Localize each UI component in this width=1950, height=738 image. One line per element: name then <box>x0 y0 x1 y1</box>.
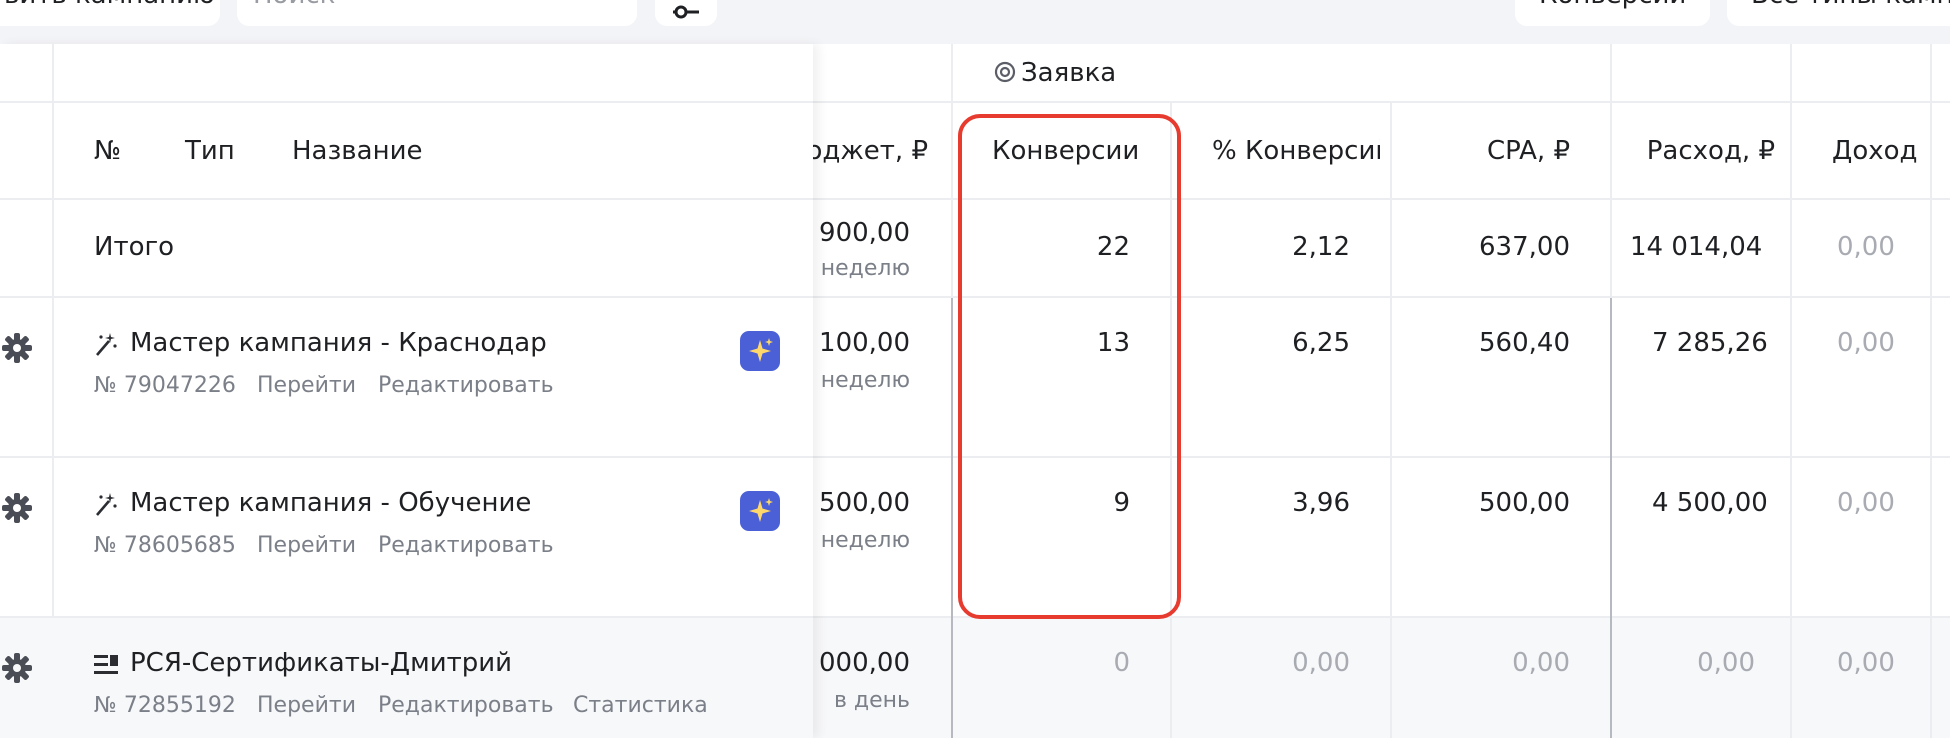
campaign-id: № 79047226 <box>94 373 236 398</box>
column-header-cpa[interactable]: CPA, ₽ <box>1420 136 1570 166</box>
row-cpa: 560,40 <box>1479 328 1570 358</box>
totals-revenue: 0,00 <box>1837 232 1895 262</box>
row-spend: 7 285,26 <box>1652 328 1768 358</box>
row-cpa: 0,00 <box>1512 648 1570 678</box>
wand-icon <box>96 493 117 516</box>
gear-icon[interactable] <box>0 331 34 365</box>
wand-icon <box>96 333 117 356</box>
row-budget-value: 5 100,00 <box>800 328 910 358</box>
row-conversion-rate: 3,96 <box>1292 488 1350 518</box>
row-conversions: 0 <box>1113 648 1130 678</box>
goal-header: Заявка <box>993 58 1116 88</box>
target-icon <box>994 61 1016 83</box>
row-conversion-rate: 6,25 <box>1292 328 1350 358</box>
campaign-id: № 72855192 <box>94 693 236 718</box>
row-revenue: 0,00 <box>1837 488 1895 518</box>
row-budget-value: 000,00 <box>819 648 910 678</box>
add-campaign-button[interactable]: вить кампанию <box>0 0 220 26</box>
row-budget-period-text: в неделю <box>800 368 910 393</box>
row-spend: 4 500,00 <box>1652 488 1768 518</box>
sparkles-glyph <box>749 498 773 522</box>
campaign-name[interactable]: Мастер кампания - Обучение <box>130 488 531 518</box>
row-conversion-rate: 0,00 <box>1292 648 1350 678</box>
search-input[interactable]: Поиск <box>237 0 637 26</box>
totals-budget-period: в неделю <box>800 254 910 284</box>
divider <box>951 298 953 738</box>
filter-button[interactable] <box>655 0 717 26</box>
column-header-type[interactable]: Тип <box>185 136 235 166</box>
divider <box>1790 44 1792 738</box>
divider <box>1390 101 1392 738</box>
column-header-revenue[interactable]: Доход <box>1832 136 1930 166</box>
go-link[interactable]: Перейти <box>257 691 356 721</box>
totals-budget-value: 3 900,00 <box>800 218 910 248</box>
column-header-budget-label: Бюджет, ₽ <box>800 136 928 166</box>
campaign-name[interactable]: РСЯ-Сертификаты-Дмитрий <box>130 648 512 678</box>
totals-conversion-rate: 2,12 <box>1292 232 1350 262</box>
divider <box>1930 44 1932 738</box>
column-header-conversion-rate[interactable]: % Конверсий <box>1212 136 1380 166</box>
campaign-id: № 78605685 <box>94 533 236 558</box>
divider <box>813 101 1950 103</box>
statistics-link[interactable]: Статистика <box>573 691 708 721</box>
row-spend: 0,00 <box>1697 648 1755 678</box>
row-revenue: 0,00 <box>1837 648 1895 678</box>
sparkles-icon[interactable] <box>740 491 780 531</box>
row-budget-value: 5 500,00 <box>800 488 910 518</box>
row-budget-period: в неделю <box>800 366 910 396</box>
row-budget-period: в неделю <box>800 526 910 556</box>
column-header-name[interactable]: Название <box>292 136 422 166</box>
row-budget-period: в день <box>833 688 910 713</box>
row-budget[interactable]: 5 500,00 <box>800 488 910 518</box>
edit-link[interactable]: Редактировать <box>378 691 554 721</box>
divider <box>0 296 813 298</box>
column-header-spend[interactable]: Расход, ₽ <box>1620 136 1775 166</box>
go-link[interactable]: Перейти <box>257 531 356 561</box>
divider <box>0 456 813 458</box>
row-revenue: 0,00 <box>1837 328 1895 358</box>
row-budget-period-text: в неделю <box>800 528 910 553</box>
edit-link[interactable]: Редактировать <box>378 371 554 401</box>
column-header-budget[interactable]: Бюджет, ₽ <box>800 136 928 166</box>
toolbar: вить кампанию Поиск Конверсии Все типы к… <box>0 0 1950 44</box>
totals-budget-period-text: в неделю <box>800 256 910 281</box>
totals-cpa: 637,00 <box>1479 232 1570 262</box>
sparkles-glyph <box>749 338 773 362</box>
goal-name: Заявка <box>1021 58 1117 88</box>
divider <box>0 198 813 200</box>
divider <box>0 101 813 103</box>
column-header-number[interactable]: № <box>94 136 121 166</box>
campaign-types-select[interactable]: Все типы камп <box>1727 0 1950 26</box>
gear-icon[interactable] <box>0 491 34 525</box>
go-link[interactable]: Перейти <box>257 371 356 401</box>
totals-label: Итого <box>94 232 175 262</box>
row-cpa: 500,00 <box>1479 488 1570 518</box>
display-network-icon <box>94 655 118 674</box>
sparkles-icon[interactable] <box>740 331 780 371</box>
totals-spend: 14 014,04 <box>1630 232 1763 262</box>
divider <box>1610 298 1612 738</box>
row-budget[interactable]: 5 100,00 <box>800 328 910 358</box>
frozen-columns-panel: № Тип Название Итого Мастер кампания - К… <box>0 44 813 738</box>
campaign-name[interactable]: Мастер кампания - Краснодар <box>130 328 547 358</box>
divider <box>951 44 953 298</box>
gear-icon[interactable] <box>0 651 34 685</box>
edit-link[interactable]: Редактировать <box>378 531 554 561</box>
conversions-button[interactable]: Конверсии <box>1515 0 1710 26</box>
conversions-highlight <box>958 114 1181 619</box>
filter-icon <box>673 5 699 19</box>
totals-budget: 3 900,00 <box>800 218 910 248</box>
divider <box>1610 44 1612 298</box>
row-budget[interactable]: 000,00 <box>800 648 910 678</box>
